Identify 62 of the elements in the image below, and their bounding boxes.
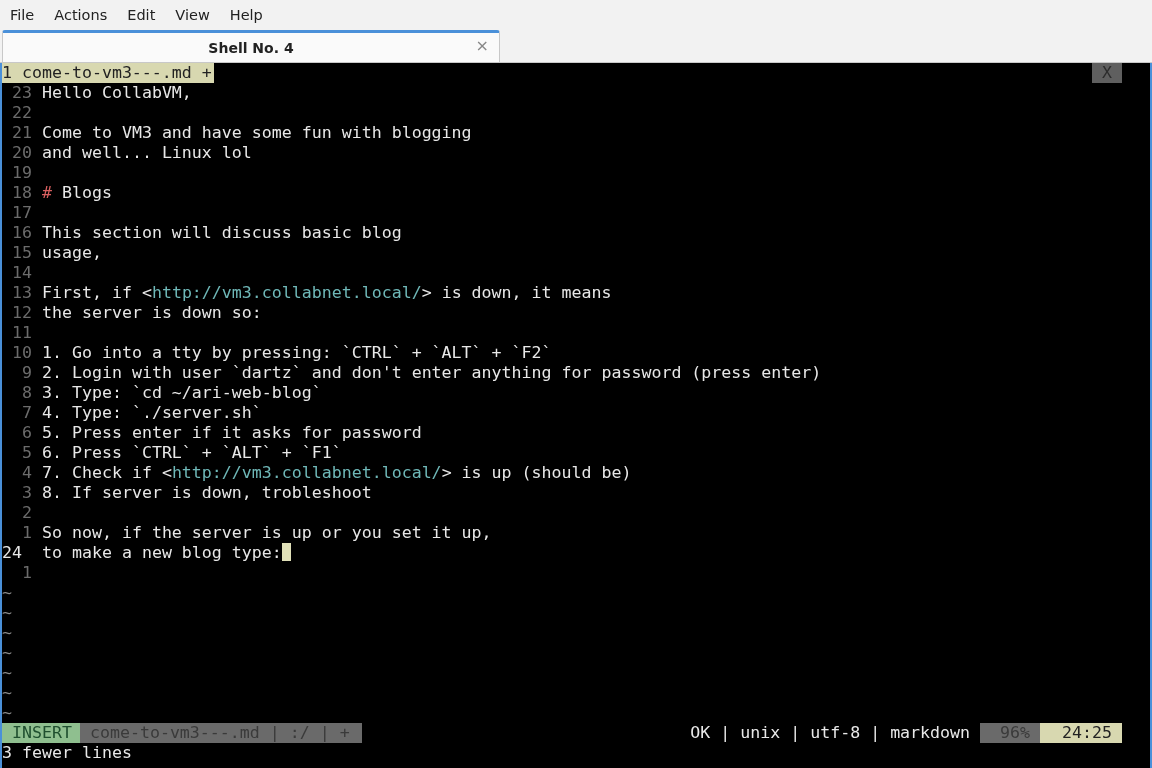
empty-line-marker: ~ xyxy=(2,583,12,602)
empty-line-marker: ~ xyxy=(2,683,12,702)
menu-item[interactable]: View xyxy=(175,7,210,23)
code-line: 4. Type: `./server.sh` xyxy=(42,403,262,423)
code-line: to make a new blog type: xyxy=(42,543,282,563)
code-line: 6. Press `CTRL` + `ALT` + `F1` xyxy=(42,443,342,463)
line-number: 24 xyxy=(2,543,23,563)
menu-item[interactable]: Edit xyxy=(127,7,156,23)
line-number: 11 xyxy=(11,323,32,343)
tab-title: Shell No. 4 xyxy=(208,39,294,56)
code-line: So now, if the server is up or you set it up, xyxy=(42,523,492,543)
line-number: 15 xyxy=(11,243,32,263)
code-line: # Blogs xyxy=(42,183,112,203)
line-number: 6 xyxy=(21,423,32,443)
code-line: 7. Check if <http://vm3.collabnet.local/> is up (should be) xyxy=(42,463,632,483)
code-line: 2. Login with user `dartz` and don't enter anything for password (press enter) xyxy=(42,363,822,383)
code-line: First, if <http://vm3.collabnet.local/> is down, it means xyxy=(42,283,612,303)
empty-line-marker: ~ xyxy=(2,643,12,662)
code-line: and well... Linux lol xyxy=(42,143,252,163)
line-number: 5 xyxy=(21,443,32,463)
code-line: 1. Go into a tty by pressing: `CTRL` + `ALT` + `F2` xyxy=(42,343,552,363)
line-number: 1 xyxy=(21,563,32,583)
line-number: 19 xyxy=(11,163,32,183)
line-number: 9 xyxy=(21,363,32,383)
line-number: 14 xyxy=(11,263,32,283)
code-line: usage, xyxy=(42,243,102,263)
line-number: 23 xyxy=(11,83,32,103)
code-line: 8. If server is down, trobleshoot xyxy=(42,483,372,503)
code-line: Come to VM3 and have some fun with blogging xyxy=(42,123,472,143)
empty-line-marker: ~ xyxy=(2,663,12,682)
line-number: 18 xyxy=(11,183,32,203)
empty-line-marker: ~ xyxy=(2,703,12,722)
buffer-tab[interactable]: 1 come-to-vm3---.md + xyxy=(2,63,214,83)
line-number: 4 xyxy=(21,463,32,483)
line-number: 21 xyxy=(11,123,32,143)
line-number: 12 xyxy=(11,303,32,323)
line-number: 10 xyxy=(11,343,32,363)
menu-item[interactable]: Help xyxy=(229,7,263,23)
empty-line-marker: ~ xyxy=(2,603,12,622)
code-line: 3. Type: `cd ~/ari-web-blog` xyxy=(42,383,322,403)
line-number: 7 xyxy=(21,403,32,423)
file-info: OK | unix | utf-8 | markdown xyxy=(690,723,972,743)
line-number: 3 xyxy=(21,483,32,503)
line-number: 17 xyxy=(11,203,32,223)
menu-item[interactable]: File xyxy=(10,7,35,23)
menu-item[interactable]: Actions xyxy=(54,7,108,23)
line-number: 8 xyxy=(21,383,32,403)
line-number: 2 xyxy=(21,503,32,523)
line-number: 13 xyxy=(11,283,32,303)
command-message: 3 fewer lines xyxy=(2,743,132,762)
code-line: This section will discuss basic blog xyxy=(42,223,402,243)
line-number: 22 xyxy=(11,103,32,123)
code-line: Hello CollabVM, xyxy=(42,83,192,103)
line-number: 1 xyxy=(21,523,32,543)
terminal-tab[interactable]: Shell No. 4 × xyxy=(2,30,500,62)
empty-line-marker: ~ xyxy=(2,623,12,642)
line-number: 20 xyxy=(11,143,32,163)
code-line: 5. Press enter if it asks for password xyxy=(42,423,422,443)
cursor-position: 24:25 xyxy=(1040,723,1122,743)
code-line: the server is down so: xyxy=(42,303,262,323)
line-number: 16 xyxy=(11,223,32,243)
mode-indicator: INSERT xyxy=(2,723,80,743)
